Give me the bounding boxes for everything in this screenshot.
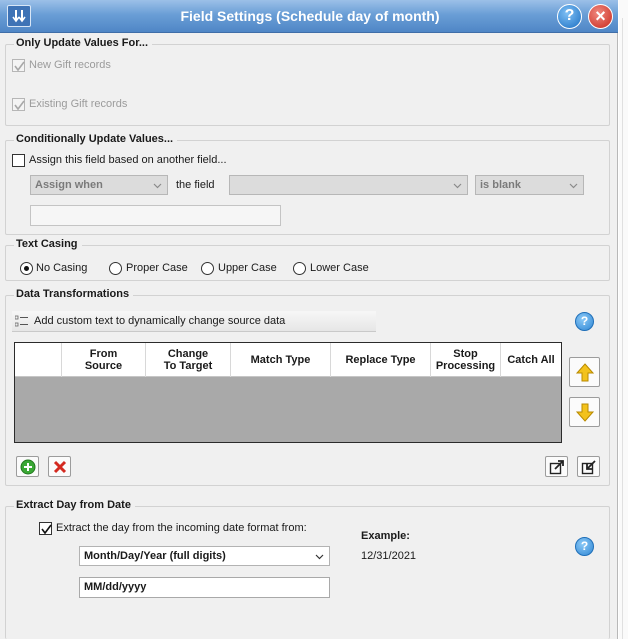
chevron-down-icon: [153, 183, 162, 189]
check-icon: [14, 61, 25, 72]
chevron-down-icon: [453, 183, 462, 189]
date-format-value: Month/Day/Year (full digits): [84, 550, 226, 562]
arrow-up-icon: [576, 363, 594, 382]
header-text: From: [89, 348, 118, 360]
check-icon: [14, 100, 25, 111]
assign-field-label: Assign this field based on another field…: [29, 154, 227, 166]
radio-no-casing-label: No Casing: [36, 262, 88, 274]
column-header-select[interactable]: [15, 343, 62, 377]
example-value: 12/31/2021: [361, 550, 417, 562]
header-text: To Target: [163, 360, 213, 372]
date-format-dropdown[interactable]: Month/Day/Year (full digits): [79, 546, 330, 566]
export-icon: [549, 460, 564, 475]
radio-no-casing[interactable]: [20, 262, 33, 275]
radio-upper-case[interactable]: [201, 262, 214, 275]
column-header-match-type[interactable]: Match Type: [231, 343, 331, 377]
import-button[interactable]: [577, 456, 600, 477]
column-header-catch-all[interactable]: Catch All: [501, 343, 561, 377]
add-custom-text-label: Add custom text to dynamically change so…: [34, 315, 286, 327]
add-custom-text-button[interactable]: Add custom text to dynamically change so…: [12, 311, 376, 332]
extract-day-label: Extract the day from the incoming date f…: [56, 522, 307, 534]
table-header: From Source Change To Target Match Type Re…: [15, 343, 561, 377]
radio-lower-case[interactable]: [293, 262, 306, 275]
field-settings-window: Field Settings (Schedule day of month) ?…: [0, 0, 618, 639]
help-icon[interactable]: ?: [557, 4, 582, 29]
example-label: Example:: [361, 530, 410, 542]
date-pattern-input[interactable]: MM/dd/yyyy: [79, 577, 330, 598]
radio-lower-case-label: Lower Case: [310, 262, 369, 274]
existing-gift-checkbox[interactable]: [12, 98, 25, 111]
window-menu-icon[interactable]: [7, 5, 31, 27]
header-text: Match Type: [250, 354, 311, 366]
condition-dropdown[interactable]: is blank: [475, 175, 584, 195]
export-button[interactable]: [545, 456, 568, 477]
column-header-change-to-target[interactable]: Change To Target: [146, 343, 231, 377]
header-text: Change: [167, 348, 209, 360]
list-icon: [15, 315, 28, 327]
only-update-group: Only Update Values For...: [5, 37, 610, 126]
header-text: Catch All: [507, 354, 555, 366]
column-header-replace-type[interactable]: Replace Type: [331, 343, 431, 377]
header-text: Processing: [435, 360, 496, 372]
divider: [622, 18, 623, 639]
text-casing-group: Text Casing: [5, 238, 610, 281]
help-icon[interactable]: ?: [575, 537, 594, 556]
title-bar: Field Settings (Schedule day of month) ?…: [0, 0, 618, 33]
only-update-title: Only Update Values For...: [14, 37, 153, 49]
conditional-title: Conditionally Update Values...: [14, 133, 178, 145]
delete-x-icon: [53, 460, 67, 474]
header-text: Replace Type: [345, 354, 416, 366]
data-transformations-title: Data Transformations: [14, 288, 134, 300]
background-area: [619, 0, 628, 639]
add-row-button[interactable]: [16, 456, 39, 477]
text-casing-title: Text Casing: [14, 238, 82, 250]
chevron-down-icon: [315, 554, 324, 560]
assign-when-dropdown[interactable]: Assign when: [30, 175, 168, 195]
existing-gift-label: Existing Gift records: [29, 98, 128, 110]
condition-value-input[interactable]: [30, 205, 281, 226]
radio-proper-case-label: Proper Case: [126, 262, 188, 274]
header-text: Stop: [453, 348, 478, 360]
move-up-button[interactable]: [569, 357, 600, 387]
assign-field-checkbox[interactable]: [12, 154, 25, 167]
close-icon[interactable]: ×: [588, 4, 613, 29]
assign-when-value: Assign when: [35, 179, 103, 191]
import-icon: [581, 460, 596, 475]
transformations-table[interactable]: From Source Change To Target Match Type Re…: [14, 342, 562, 443]
condition-value: is blank: [480, 179, 521, 191]
the-field-label: the field: [176, 179, 215, 191]
extract-day-checkbox[interactable]: [39, 522, 52, 535]
arrow-down-icon: [576, 403, 594, 422]
help-icon[interactable]: ?: [575, 312, 594, 331]
window-title: Field Settings (Schedule day of month): [180, 8, 440, 24]
new-gift-label: New Gift records: [29, 59, 111, 71]
plus-icon: [20, 459, 36, 475]
field-dropdown[interactable]: [229, 175, 468, 195]
delete-row-button[interactable]: [48, 456, 71, 477]
radio-upper-case-label: Upper Case: [218, 262, 277, 274]
header-text: Source: [84, 360, 123, 372]
column-header-from-source[interactable]: From Source: [62, 343, 146, 377]
chevron-down-icon: [569, 183, 578, 189]
radio-proper-case[interactable]: [109, 262, 122, 275]
new-gift-checkbox[interactable]: [12, 59, 25, 72]
move-down-button[interactable]: [569, 397, 600, 427]
check-icon: [41, 524, 52, 535]
column-header-stop-processing[interactable]: Stop Processing: [431, 343, 501, 377]
extract-day-title: Extract Day from Date: [14, 499, 135, 511]
